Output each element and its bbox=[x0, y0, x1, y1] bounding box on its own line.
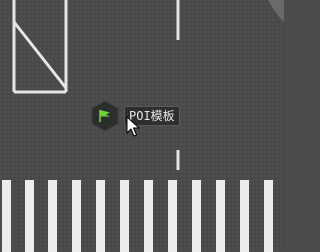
poi-marker[interactable] bbox=[89, 100, 121, 132]
crosswalk-stripe bbox=[48, 180, 57, 252]
crosswalk-stripe bbox=[144, 180, 153, 252]
crosswalk-stripe bbox=[192, 180, 201, 252]
crosswalk-stripe bbox=[264, 180, 273, 252]
poi-label[interactable]: POI模板 bbox=[124, 106, 180, 126]
road-map-canvas[interactable] bbox=[0, 0, 284, 252]
crosswalk-stripe bbox=[2, 180, 11, 252]
map-viewport[interactable]: POI模板 bbox=[0, 0, 284, 252]
crosswalk-stripe bbox=[96, 180, 105, 252]
crosswalk-stripe bbox=[25, 180, 34, 252]
crosswalk-stripe bbox=[168, 180, 177, 252]
crosswalk-stripe bbox=[240, 180, 249, 252]
crosswalk-stripe bbox=[72, 180, 81, 252]
crosswalk-stripe bbox=[216, 180, 225, 252]
crosswalk-stripe bbox=[120, 180, 129, 252]
